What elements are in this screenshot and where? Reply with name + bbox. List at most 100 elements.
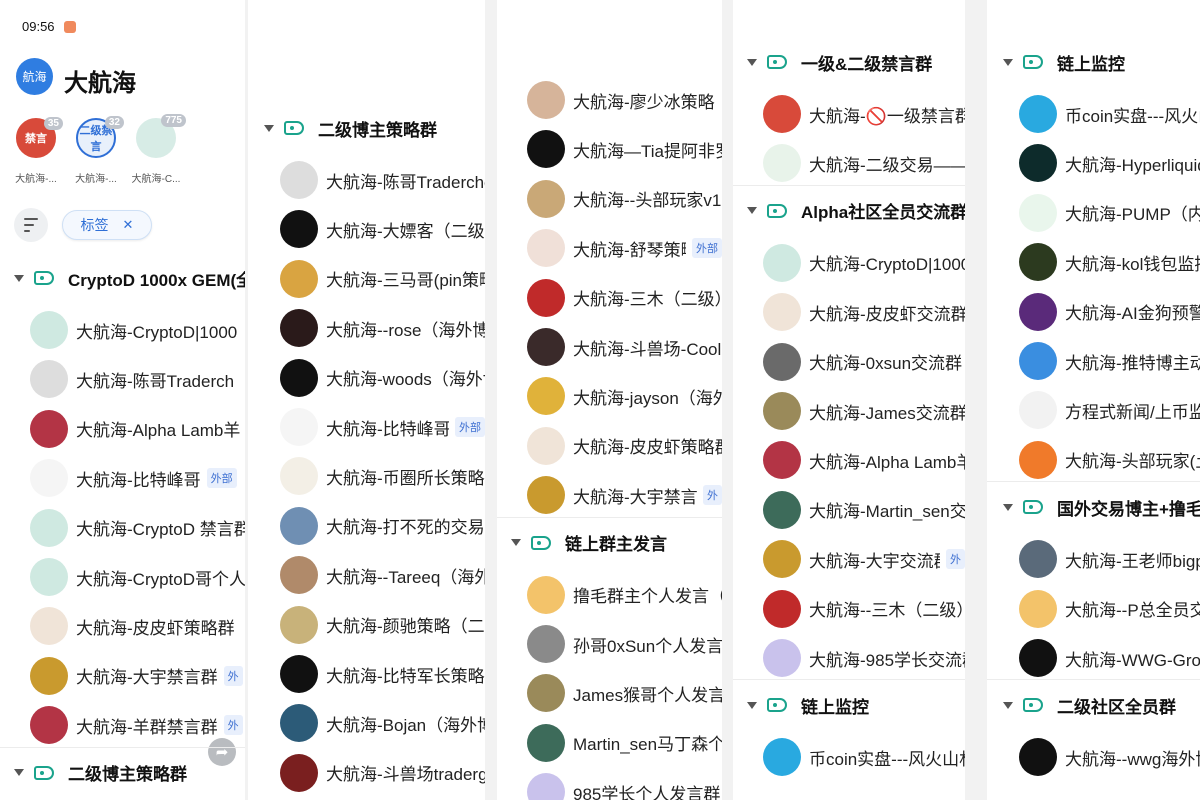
group-list-item[interactable]: 大航海-CryptoD 禁言群 bbox=[0, 506, 245, 550]
group-list-item[interactable]: 方程式新闻/上币监控 bbox=[987, 388, 1200, 432]
section-header[interactable]: 二级博主策略群 bbox=[0, 753, 245, 793]
group-list-item[interactable]: 大航海-woods（海外博 bbox=[248, 356, 485, 400]
group-list-item[interactable]: 大航海-头部玩家(土 bbox=[987, 438, 1200, 482]
group-list-item[interactable]: 大航海-大宇禁言群外 bbox=[0, 654, 245, 698]
group-avatar bbox=[1019, 738, 1057, 777]
group-list-item[interactable]: 大航海-PUMP（内盘 bbox=[987, 191, 1200, 235]
group-avatar bbox=[527, 723, 565, 762]
group-list-item[interactable]: Martin_sen马丁森个人 bbox=[497, 721, 722, 765]
group-list-item[interactable]: 大航海-推特博主动态 bbox=[987, 339, 1200, 383]
group-list-item[interactable]: 大航海-比特峰哥 外部 bbox=[0, 456, 245, 500]
group-list-item[interactable]: 大航海-Bojan（海外博 bbox=[248, 701, 485, 745]
group-list-item[interactable]: 大航海-三马哥(pin策略 bbox=[248, 257, 485, 301]
group-name: 大航海-大宇交流群 bbox=[809, 551, 940, 571]
group-list-item[interactable]: 大航海--rose（海外博主 bbox=[248, 306, 485, 350]
group-avatar bbox=[527, 773, 565, 800]
section-header[interactable]: 二级社区全员群 bbox=[987, 685, 1200, 725]
group-avatar bbox=[763, 540, 801, 579]
group-avatar bbox=[763, 490, 801, 529]
group-list-item[interactable]: 大航海--P总全员交流 bbox=[987, 587, 1200, 631]
group-avatar bbox=[30, 409, 68, 448]
menu-icon[interactable] bbox=[14, 208, 48, 242]
section-header[interactable]: Alpha社区全员交流群 bbox=[733, 191, 965, 231]
group-list-item[interactable]: 大航海-Alpha Lamb羊 bbox=[733, 438, 965, 482]
group-list-item[interactable]: 大航海-kol钱包监控 bbox=[987, 240, 1200, 284]
favorite-group[interactable]: 二级禁言 32 大航海-... bbox=[66, 116, 126, 185]
group-list-item[interactable]: 孙哥0xSun个人发言群 bbox=[497, 622, 722, 666]
group-list-item[interactable]: 大航海--头部玩家v1 bbox=[497, 177, 722, 221]
group-list-item[interactable]: 大航海-皮皮虾交流群 bbox=[733, 290, 965, 334]
close-icon[interactable]: ✕ bbox=[123, 217, 134, 233]
group-list-item[interactable]: 大航海-CryptoD哥个人 bbox=[0, 555, 245, 599]
group-list-item[interactable]: 大航海--三木（二级） bbox=[733, 587, 965, 631]
group-list-item[interactable]: 币coin实盘---风火山林 bbox=[987, 92, 1200, 136]
group-list-item[interactable]: 大航海-斗兽场traderg bbox=[248, 751, 485, 795]
group-name: 大航海-廖少冰策略 bbox=[573, 92, 715, 112]
group-avatar bbox=[1019, 639, 1057, 677]
group-list-item[interactable]: 大航海--Tareeq（海外 bbox=[248, 553, 485, 597]
group-name: 大航海--rose（海外博主 bbox=[326, 320, 485, 340]
group-list-item[interactable]: 大航海--wwg海外博主 bbox=[987, 735, 1200, 779]
group-list-item[interactable]: 大航海-羊群禁言群外 bbox=[0, 703, 245, 747]
external-tag-badge: 外 bbox=[946, 549, 965, 570]
group-list-item[interactable]: 大航海-三木（二级） bbox=[497, 276, 722, 320]
group-list-item[interactable]: 大航海-皮皮虾策略群 bbox=[497, 424, 722, 468]
favorite-group[interactable]: 775 大航海-C... bbox=[126, 114, 186, 185]
group-list-item[interactable]: 大航海-大宇禁言群外 bbox=[497, 473, 722, 517]
group-list-item[interactable]: 大航海-王老师bigpla bbox=[987, 537, 1200, 581]
favorite-group[interactable]: 禁言 35 大航海-... bbox=[6, 117, 66, 185]
group-avatar bbox=[280, 210, 318, 249]
group-list-item[interactable]: 大航海-陈哥Traderche bbox=[248, 158, 485, 202]
group-list-item[interactable]: 大航海—Tia提阿非罗 bbox=[497, 127, 722, 171]
group-list-item[interactable]: 大航海-AI金狗预警 bbox=[987, 290, 1200, 334]
group-name: 大航海-斗兽场traderg bbox=[326, 765, 485, 785]
group-list-item[interactable]: 大航海-Hyperliquid鲸 bbox=[987, 141, 1200, 185]
group-list-item[interactable]: 大航海-James交流群 bbox=[733, 389, 965, 433]
group-list-item[interactable]: 大航海-大宇交流群外 bbox=[733, 537, 965, 581]
section-header[interactable]: 一级&二级禁言群 bbox=[733, 42, 965, 82]
section-header[interactable]: CryptoD 1000x GEM(全 bbox=[0, 258, 245, 298]
section-header[interactable]: 链上监控 bbox=[987, 42, 1200, 82]
group-name: 大航海-kol钱包监控 bbox=[1065, 254, 1200, 274]
group-name: 大航海-舒琴策略 bbox=[573, 240, 686, 260]
group-list-item[interactable]: 大航海-CryptoD|1000x bbox=[733, 241, 965, 285]
group-list-item[interactable]: 大航海-0xsun交流群 bbox=[733, 340, 965, 384]
group-name: 大航海--Tareeq（海外 bbox=[326, 567, 485, 587]
group-list-item[interactable]: 大航海-二级交易——禁 bbox=[733, 141, 965, 185]
group-name: 大航海-PUMP（内盘 bbox=[1065, 205, 1200, 225]
group-list-item[interactable]: 大航海-Martin_sen交流 bbox=[733, 488, 965, 532]
group-list-item[interactable]: 大航海-斗兽场-Cool bbox=[497, 325, 722, 369]
group-list-item[interactable]: 大航海-舒琴策略 外部 bbox=[497, 226, 722, 270]
group-list-item[interactable]: 大航海-颜驰策略（二级 bbox=[248, 603, 485, 647]
section-header[interactable]: 国外交易博主+撸毛 bbox=[987, 487, 1200, 527]
group-list-item[interactable]: 985学长个人发言群 bbox=[497, 770, 722, 800]
section-header[interactable]: 链上群主发言 bbox=[497, 523, 722, 563]
group-list-item[interactable]: 大航海-CryptoD|1000 bbox=[0, 308, 245, 352]
group-list-item[interactable]: 大航海-985学长交流群 bbox=[733, 636, 965, 680]
group-list-item[interactable]: 币coin实盘---风火山林 bbox=[733, 735, 965, 779]
group-list-item[interactable]: 大航海-jayson（海外 bbox=[497, 374, 722, 418]
group-list-item[interactable]: 大航海-打不死的交易员 bbox=[248, 504, 485, 548]
group-list-item[interactable]: 大航海-比特军长策略群 bbox=[248, 652, 485, 696]
group-list-item[interactable]: 大航海-Alpha Lamb羊 bbox=[0, 407, 245, 451]
section-header[interactable]: 二级博主策略群 bbox=[248, 108, 485, 148]
group-name: 大航海-颜驰策略（二级 bbox=[326, 617, 485, 637]
group-list-item[interactable]: 大航海-皮皮虾策略群 bbox=[0, 604, 245, 648]
unread-badge: 32 bbox=[104, 116, 124, 129]
tag-filter-chip[interactable]: 标签 ✕ bbox=[62, 210, 152, 240]
external-tag-badge: 外部 bbox=[455, 417, 485, 437]
group-list-item[interactable]: James猴哥个人发言群 bbox=[497, 671, 722, 715]
group-list-item[interactable]: 大航海-WWG-Group bbox=[987, 636, 1200, 680]
group-list-item[interactable]: 大航海-🚫一级禁言群 bbox=[733, 92, 965, 136]
section-title: 链上群主发言 bbox=[565, 535, 667, 555]
group-list-item[interactable]: 撸毛群主个人发言（P bbox=[497, 573, 722, 617]
group-list-item[interactable]: 大航海-廖少冰策略 bbox=[497, 78, 722, 122]
section-header[interactable]: 链上监控 bbox=[733, 685, 965, 725]
group-list-item[interactable]: 大航海-大嫖客（二级） bbox=[248, 207, 485, 251]
group-avatar bbox=[1019, 342, 1057, 380]
group-name: 大航海-陈哥Traderch bbox=[76, 371, 235, 391]
group-list-item[interactable]: 大航海-币圈所长策略群 bbox=[248, 454, 485, 498]
group-list-item[interactable]: 大航海-陈哥Traderch bbox=[0, 357, 245, 401]
group-list-item[interactable]: 大航海-比特峰哥 外部 bbox=[248, 405, 485, 449]
chevron-down-icon bbox=[264, 124, 274, 132]
